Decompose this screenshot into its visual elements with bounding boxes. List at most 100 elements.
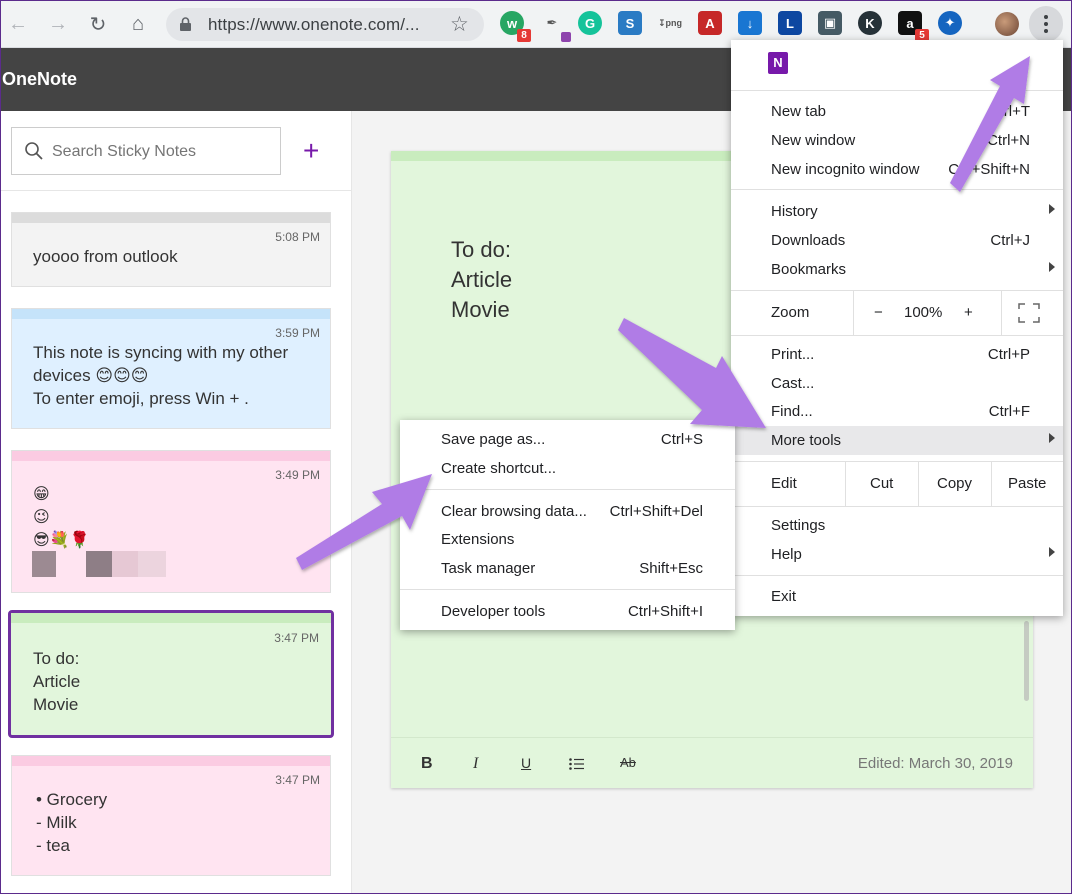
- bookmark-star-icon[interactable]: ☆: [450, 12, 469, 37]
- note-time: 3:47 PM: [275, 773, 320, 787]
- submenu-arrow-icon: [1049, 547, 1055, 557]
- download-arrow-icon[interactable]: ↓: [738, 11, 762, 35]
- divider: [0, 190, 352, 191]
- bullet-list-icon[interactable]: [569, 758, 585, 770]
- profile-avatar[interactable]: [995, 12, 1019, 36]
- menu-create-shortcut[interactable]: Create shortcut...: [400, 454, 735, 483]
- italic-button[interactable]: I: [473, 755, 478, 773]
- lock-icon: [180, 17, 191, 31]
- reload-icon[interactable]: ↻: [86, 12, 110, 36]
- l-extension-icon[interactable]: L: [778, 11, 802, 35]
- amazon-icon[interactable]: a5: [898, 11, 929, 42]
- zoom-controls: − 100% +: [853, 291, 1001, 335]
- menu-find[interactable]: Find... Ctrl+F: [731, 397, 1063, 426]
- menu-task-manager[interactable]: Task manager Shift+Esc: [400, 554, 735, 583]
- bold-button[interactable]: B: [421, 755, 433, 773]
- image-thumbnail: [86, 551, 112, 577]
- add-note-button[interactable]: +: [303, 137, 319, 165]
- grammarly-icon[interactable]: G: [578, 11, 602, 35]
- submenu-arrow-icon: [1049, 204, 1055, 214]
- edit-label: Edit: [771, 475, 797, 492]
- app-title: OneNote: [2, 69, 78, 89]
- note-text: 😁 😉 😎💐🌹: [33, 486, 90, 549]
- strikethrough-button[interactable]: Ab: [620, 755, 636, 770]
- copy-button[interactable]: Copy: [918, 462, 991, 506]
- submenu-arrow-icon: [1049, 262, 1055, 272]
- zoom-row: Zoom − 100% +: [731, 291, 1063, 335]
- image-thumbnail: [112, 551, 138, 577]
- note-card[interactable]: 5:08 PM yoooo from outlook: [11, 212, 331, 287]
- menu-new-tab[interactable]: New tab Ctrl+T: [731, 97, 1063, 126]
- note-time: 3:59 PM: [275, 326, 320, 340]
- menu-downloads[interactable]: Downloads Ctrl+J: [731, 226, 1063, 255]
- menu-separator: [731, 189, 1063, 190]
- extension-1-icon[interactable]: w8: [500, 11, 531, 42]
- note-time: 5:08 PM: [275, 230, 320, 244]
- address-bar[interactable]: https://www.onenote.com/... ☆: [166, 8, 484, 41]
- pdf-icon[interactable]: A: [698, 11, 722, 35]
- fullscreen-button[interactable]: [1001, 291, 1063, 335]
- more-tools-submenu: Save page as... Ctrl+S Create shortcut...…: [400, 420, 735, 630]
- format-toolbar: B I U Ab Edited: March 30, 2019: [391, 737, 1033, 788]
- menu-separator: [400, 489, 735, 490]
- s-extension-icon[interactable]: S: [618, 11, 642, 35]
- menu-separator: [731, 575, 1063, 576]
- menu-settings[interactable]: Settings: [731, 511, 1063, 540]
- menu-exit[interactable]: Exit: [731, 582, 1063, 611]
- forward-icon[interactable]: →: [46, 12, 70, 36]
- chrome-menu-button[interactable]: [1029, 6, 1063, 42]
- fullscreen-icon: [1018, 303, 1040, 323]
- zoom-level: 100%: [904, 304, 943, 321]
- zoom-in-button[interactable]: +: [964, 304, 973, 321]
- k-extension-icon[interactable]: K: [858, 11, 882, 35]
- edit-row: Edit Cut Copy Paste: [731, 462, 1063, 506]
- menu-extensions[interactable]: Extensions: [400, 525, 735, 554]
- note-time: 3:47 PM: [274, 631, 319, 645]
- menu-print[interactable]: Print... Ctrl+P: [731, 340, 1063, 369]
- paste-button[interactable]: Paste: [991, 462, 1063, 506]
- menu-separator: [400, 589, 735, 590]
- search-icon: [25, 142, 43, 160]
- editor-scrollbar[interactable]: [1024, 621, 1029, 701]
- back-icon[interactable]: ←: [6, 12, 30, 36]
- chrome-main-menu: N New tab Ctrl+T New window Ctrl+N New inc…: [731, 40, 1063, 616]
- menu-new-window[interactable]: New window Ctrl+N: [731, 126, 1063, 155]
- zoom-label: Zoom: [771, 304, 810, 321]
- menu-developer-tools[interactable]: Developer tools Ctrl+Shift+I: [400, 597, 735, 626]
- eyedropper-icon[interactable]: ✒: [540, 11, 571, 42]
- note-card-selected[interactable]: 3:47 PM To do: Article Movie: [8, 610, 334, 738]
- note-text: • Grocery - Milk - tea: [36, 790, 108, 855]
- submenu-arrow-icon: [1049, 433, 1055, 443]
- underline-button[interactable]: U: [521, 755, 531, 771]
- zoom-out-button[interactable]: −: [874, 304, 883, 321]
- url-text[interactable]: https://www.onenote.com/...: [208, 15, 420, 35]
- menu-new-incognito-window[interactable]: New incognito window Ctrl+Shift+N: [731, 155, 1063, 184]
- home-icon[interactable]: ⌂: [126, 12, 150, 36]
- menu-clear-browsing-data[interactable]: Clear browsing data... Ctrl+Shift+Del: [400, 497, 735, 526]
- onenote-app-icon[interactable]: N: [768, 52, 788, 74]
- editor-text[interactable]: To do: Article Movie: [451, 235, 512, 325]
- screenshot-icon[interactable]: ▣: [818, 11, 842, 35]
- menu-help[interactable]: Help: [731, 540, 1063, 569]
- menu-separator: [731, 335, 1063, 336]
- puzzle-extension-icon[interactable]: ✦: [938, 11, 962, 35]
- edited-timestamp: Edited: March 30, 2019: [857, 755, 1013, 772]
- extension-dot: [561, 32, 571, 42]
- note-card[interactable]: 3:59 PM This note is syncing with my oth…: [11, 308, 331, 429]
- note-card[interactable]: 3:49 PM 😁 😉 😎💐🌹: [11, 450, 331, 593]
- menu-save-page-as[interactable]: Save page as... Ctrl+S: [400, 425, 735, 454]
- menu-bookmarks[interactable]: Bookmarks: [731, 255, 1063, 284]
- search-input[interactable]: Search Sticky Notes: [11, 127, 281, 175]
- note-text: To do: Article Movie: [33, 649, 81, 714]
- extension-badge: 8: [517, 29, 531, 42]
- note-card[interactable]: 3:47 PM • Grocery - Milk - tea: [11, 755, 331, 876]
- menu-more-tools[interactable]: More tools: [731, 426, 1063, 455]
- cut-button[interactable]: Cut: [845, 462, 918, 506]
- menu-cast[interactable]: Cast...: [731, 369, 1063, 398]
- note-text: This note is syncing with my other devic…: [33, 343, 289, 408]
- png-download-icon[interactable]: ↧png: [658, 11, 682, 35]
- menu-history[interactable]: History: [731, 197, 1063, 226]
- image-thumbnail: [138, 551, 166, 577]
- search-placeholder: Search Sticky Notes: [52, 143, 197, 160]
- image-thumbnail: [32, 551, 56, 577]
